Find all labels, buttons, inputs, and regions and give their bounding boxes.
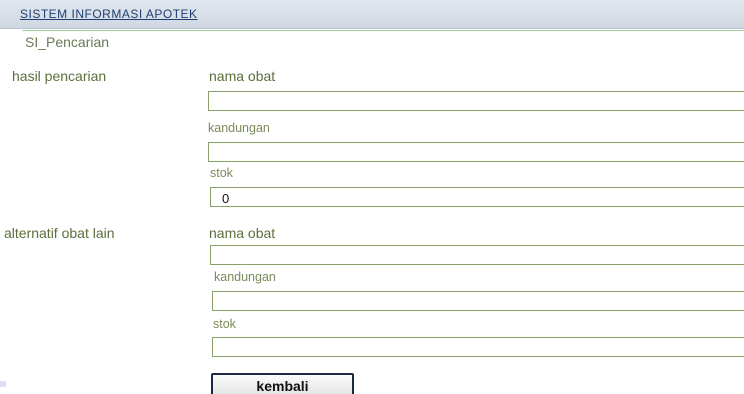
app-window: SISTEM INFORMASI APOTEK SI_Pencarian has…: [0, 0, 744, 394]
hasil-pencarian-label: hasil pencarian: [12, 68, 107, 84]
nama-obat-label: nama obat: [209, 68, 276, 84]
nama-obat-input[interactable]: [208, 91, 744, 111]
app-title-link[interactable]: SISTEM INFORMASI APOTEK: [20, 7, 198, 21]
alt-stok-label: stok: [213, 317, 236, 331]
stok-input[interactable]: [210, 187, 744, 207]
alt-stok-input[interactable]: [212, 337, 744, 357]
kandungan-input[interactable]: [208, 142, 744, 162]
kandungan-label: kandungan: [208, 121, 270, 135]
alt-kandungan-input[interactable]: [212, 291, 744, 311]
subtitle-divider: [22, 30, 744, 31]
alternatif-obat-label: alternatif obat lain: [4, 225, 115, 241]
page-subtitle: SI_Pencarian: [25, 34, 110, 50]
kembali-button[interactable]: kembali: [211, 373, 354, 394]
alt-nama-obat-label: nama obat: [209, 225, 276, 241]
alt-kandungan-label: kandungan: [214, 270, 276, 284]
left-edge-marker: [0, 381, 6, 387]
header-bar: SISTEM INFORMASI APOTEK: [0, 0, 744, 29]
stok-label: stok: [210, 166, 233, 180]
alt-nama-obat-input[interactable]: [210, 245, 744, 265]
